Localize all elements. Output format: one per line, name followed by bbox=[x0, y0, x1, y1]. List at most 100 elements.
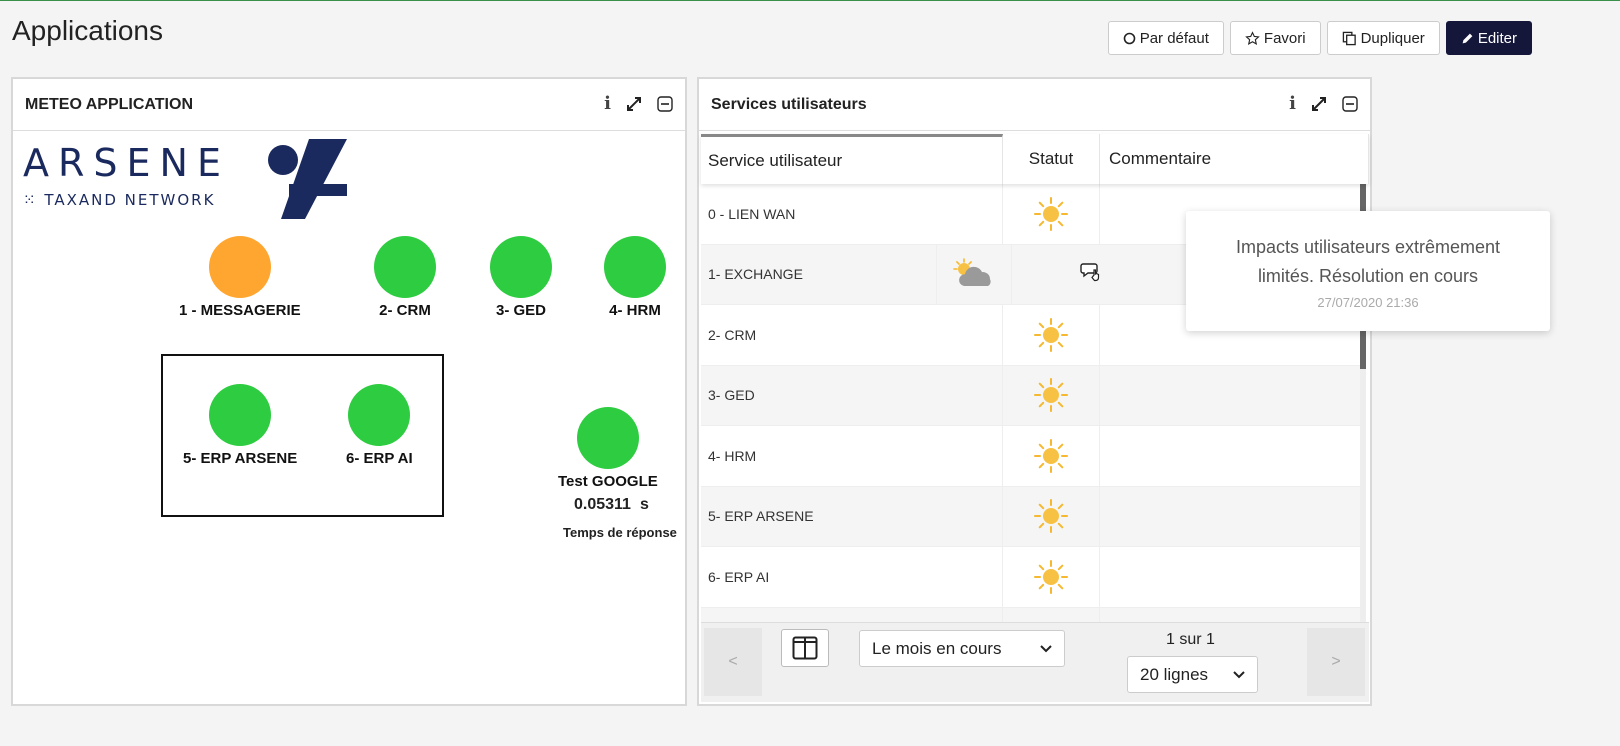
pencil-icon bbox=[1462, 33, 1473, 43]
response-time-value: 0.05311 bbox=[574, 496, 631, 513]
app-label: 1 - MESSAGERIE bbox=[179, 302, 301, 319]
sun-icon bbox=[1033, 559, 1069, 595]
logo-word: ARSENE bbox=[23, 141, 230, 185]
table-header: Service utilisateur Statut Commentaire bbox=[701, 134, 1369, 184]
sun-icon bbox=[1033, 196, 1069, 232]
comment-icon[interactable] bbox=[1080, 261, 1104, 287]
services-panel: Services utilisateurs i Service utilisat… bbox=[697, 77, 1372, 706]
minimize-icon[interactable] bbox=[657, 95, 673, 112]
meteo-panel-header: METEO APPLICATION i bbox=[13, 79, 685, 131]
duplicate-button-label: Dupliquer bbox=[1360, 29, 1425, 47]
page-title: Applications bbox=[12, 15, 163, 46]
star-icon bbox=[1245, 30, 1260, 45]
rows-per-page-select[interactable]: 20 lignes bbox=[1127, 656, 1258, 693]
comment-cell bbox=[1100, 426, 1365, 486]
favorite-button[interactable]: Favori bbox=[1229, 21, 1321, 55]
tooltip-text-line1: Impacts utilisateurs extrêmement bbox=[1235, 237, 1501, 257]
logo-subtitle: ⁙ TAXAND NETWORK bbox=[23, 191, 216, 209]
table-row[interactable]: 5- ERP ARSENE bbox=[701, 486, 1365, 547]
service-name-cell: 2- CRM bbox=[701, 305, 1003, 365]
chevron-down-icon bbox=[1233, 670, 1245, 678]
table-row[interactable]: 3- GED bbox=[701, 365, 1365, 426]
columns-toggle-button[interactable] bbox=[781, 629, 829, 667]
status-cell bbox=[1003, 426, 1100, 486]
response-time-label: Temps de réponse bbox=[563, 525, 677, 540]
meteo-panel-title: METEO APPLICATION bbox=[25, 95, 193, 113]
status-dot bbox=[209, 384, 272, 446]
status-dot bbox=[208, 236, 271, 298]
expand-icon[interactable] bbox=[1310, 95, 1328, 113]
app-label: 5- ERP ARSENE bbox=[183, 450, 298, 467]
comment-cell bbox=[1100, 547, 1365, 607]
status-dot bbox=[374, 236, 436, 298]
minimize-icon[interactable] bbox=[1342, 95, 1358, 112]
status-cell bbox=[1003, 547, 1100, 607]
comment-tooltip: Impacts utilisateurs extrêmement limités… bbox=[1186, 211, 1550, 331]
period-select[interactable]: Le mois en cours bbox=[859, 630, 1065, 667]
service-name-cell: 5- ERP ARSENE bbox=[701, 486, 1003, 546]
status-cell bbox=[1003, 486, 1100, 546]
app-label: 2- CRM bbox=[379, 302, 431, 319]
app-node-erp-ai[interactable]: 6- ERP AI bbox=[346, 384, 413, 467]
page-info: 1 sur 1 bbox=[1166, 631, 1215, 648]
app-node-crm[interactable]: 2- CRM bbox=[374, 236, 436, 319]
chevron-down-icon bbox=[1040, 644, 1052, 652]
expand-icon[interactable] bbox=[625, 95, 643, 113]
sun-icon bbox=[1033, 498, 1069, 534]
toolbar: Par défaut Favori Dupliquer Editer bbox=[1107, 21, 1532, 55]
info-icon[interactable]: i bbox=[1289, 93, 1296, 114]
app-node-ged[interactable]: 3- GED bbox=[490, 236, 552, 319]
services-panel-header: Services utilisateurs i bbox=[699, 79, 1370, 131]
service-name-cell: 1- EXCHANGE bbox=[701, 244, 937, 304]
sun-cloud-icon bbox=[952, 258, 996, 290]
table-row[interactable]: 4- HRM bbox=[701, 426, 1365, 487]
service-name-cell: 3- GED bbox=[701, 365, 1003, 425]
column-header-service[interactable]: Service utilisateur bbox=[701, 134, 1003, 184]
arsene-logo: ARSENE ⁙ TAXAND NETWORK bbox=[23, 139, 353, 221]
app-node-hrm[interactable]: 4- HRM bbox=[604, 236, 666, 319]
service-name-cell: 6- ERP AI bbox=[701, 547, 1003, 607]
status-cell bbox=[1003, 184, 1100, 244]
pager: < Le mois en cours 1 sur 1 20 lignes > bbox=[701, 622, 1369, 702]
rows-per-page-value: 20 lignes bbox=[1140, 664, 1209, 684]
app-label: 3- GED bbox=[495, 302, 546, 319]
sun-icon bbox=[1033, 317, 1069, 353]
copy-icon bbox=[1342, 31, 1356, 45]
status-dot bbox=[576, 407, 639, 469]
prev-page-button[interactable]: < bbox=[704, 628, 762, 696]
tooltip-date: 27/07/2020 21:36 bbox=[1317, 295, 1419, 310]
app-label: 4- HRM bbox=[609, 302, 661, 319]
duplicate-button[interactable]: Dupliquer bbox=[1326, 21, 1440, 55]
app-label: Test GOOGLE bbox=[558, 473, 658, 490]
services-panel-title: Services utilisateurs bbox=[711, 95, 867, 113]
status-dot bbox=[604, 236, 666, 298]
app-label: 6- ERP AI bbox=[346, 450, 413, 467]
favorite-button-label: Favori bbox=[1263, 29, 1306, 47]
tooltip-text-line2: limités. Résolution en cours bbox=[1257, 266, 1479, 286]
column-header-comment[interactable]: Commentaire bbox=[1100, 134, 1369, 184]
status-cell bbox=[937, 244, 1012, 304]
table-row[interactable]: 6- ERP AI bbox=[701, 547, 1365, 608]
default-button[interactable]: Par défaut bbox=[1107, 21, 1224, 55]
edit-button-label: Editer bbox=[1477, 29, 1517, 47]
logo-mark-icon bbox=[268, 139, 347, 219]
status-cell bbox=[1003, 305, 1100, 365]
meteo-panel: METEO APPLICATION i ARSENE ⁙ TAXAND NETW… bbox=[11, 77, 687, 706]
sun-icon bbox=[1033, 438, 1069, 474]
status-dot bbox=[348, 384, 411, 446]
column-header-status[interactable]: Statut bbox=[1003, 134, 1100, 184]
service-name-cell: 0 - LIEN WAN bbox=[701, 184, 1003, 244]
period-select-value: Le mois en cours bbox=[872, 638, 1002, 658]
default-button-label: Par défaut bbox=[1139, 29, 1209, 47]
info-icon[interactable]: i bbox=[604, 93, 611, 114]
response-time-unit: s bbox=[640, 496, 649, 513]
app-node-messagerie[interactable]: 1 - MESSAGERIE bbox=[179, 236, 301, 319]
sun-icon bbox=[1033, 377, 1069, 413]
app-node-test-google[interactable]: Test GOOGLE bbox=[558, 407, 658, 490]
status-dot bbox=[490, 236, 552, 298]
circle-icon bbox=[1123, 32, 1135, 44]
comment-cell bbox=[1100, 486, 1365, 546]
edit-button[interactable]: Editer bbox=[1445, 21, 1532, 55]
app-node-erp-arsene[interactable]: 5- ERP ARSENE bbox=[183, 384, 297, 467]
next-page-button[interactable]: > bbox=[1307, 628, 1365, 696]
